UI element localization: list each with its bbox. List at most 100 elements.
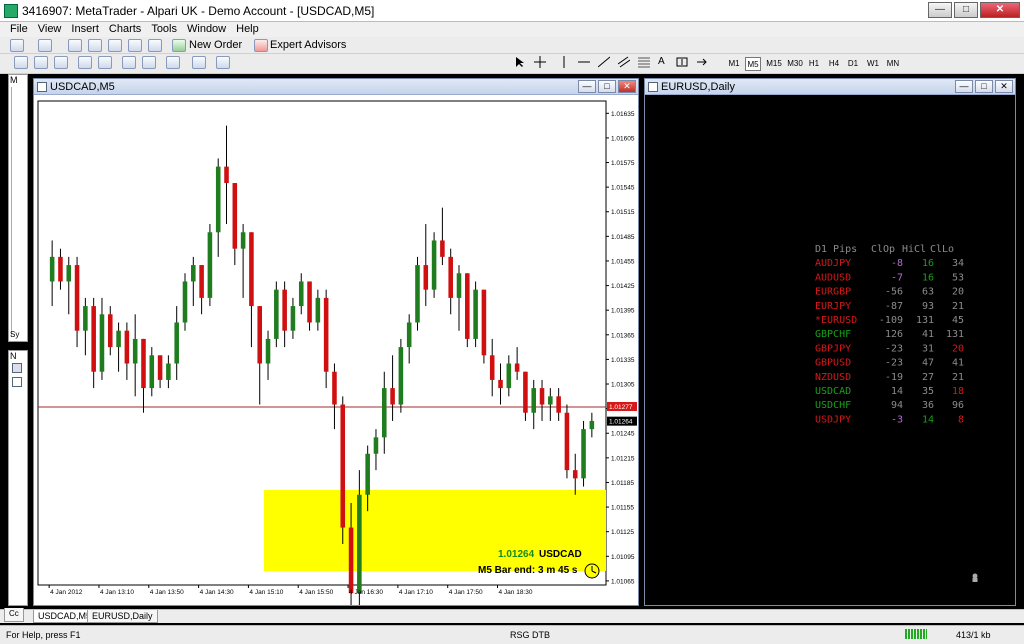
data-window-icon[interactable] xyxy=(88,39,102,52)
clop-value: 94 xyxy=(891,400,903,411)
cursor-icon[interactable] xyxy=(514,56,528,69)
minimize-button[interactable]: — xyxy=(928,2,952,18)
app-icon xyxy=(4,4,18,18)
eurusd-minimize-button[interactable]: — xyxy=(955,80,973,93)
new-order-button[interactable]: New Order xyxy=(189,39,242,51)
new-chart-icon[interactable] xyxy=(10,39,24,52)
zoom-in-icon[interactable] xyxy=(78,56,92,69)
chart-shift-icon[interactable] xyxy=(142,56,156,69)
timeframe-m15[interactable]: M15 xyxy=(764,57,784,71)
menu-charts[interactable]: Charts xyxy=(105,22,147,37)
metatrader-window: 3416907: MetaTrader - Alpari UK - Demo A… xyxy=(0,0,1024,644)
indicators-icon[interactable] xyxy=(166,56,180,69)
candle-body xyxy=(365,453,370,495)
strategy-tester-icon[interactable] xyxy=(148,39,162,52)
market-watch-list[interactable] xyxy=(11,87,25,337)
bottom-panel-tab[interactable]: Cc xyxy=(4,608,24,622)
menu-view[interactable]: View xyxy=(34,22,68,37)
expert-advisors-icon[interactable] xyxy=(254,39,268,52)
y-tick-label: 1.01305 xyxy=(611,382,635,389)
usdcad-chart-canvas[interactable]: USDCAD,M5 1.01260 1.01277 1.01260 1.0126… xyxy=(34,95,638,605)
clop-value: -23 xyxy=(885,343,903,354)
candle-body xyxy=(99,314,105,372)
eurusd-chart-titlebar[interactable]: EURUSD,Daily — □ ✕ xyxy=(645,79,1015,95)
text-label-icon[interactable] xyxy=(676,56,690,69)
folder-icon[interactable] xyxy=(12,377,22,387)
bar-chart-icon[interactable] xyxy=(14,56,28,69)
eurusd-restore-button[interactable]: □ xyxy=(975,80,993,93)
x-tick-label: 4 Jan 18:30 xyxy=(499,589,533,596)
clop-value: -87 xyxy=(885,301,903,312)
timeframe-m30[interactable]: M30 xyxy=(786,57,804,71)
menu-help[interactable]: Help xyxy=(232,22,265,37)
timeframe-h1[interactable]: H1 xyxy=(806,57,822,71)
market-watch-icon[interactable] xyxy=(68,39,82,52)
candle-body xyxy=(149,355,155,389)
candle-body xyxy=(581,429,586,479)
zoom-out-icon[interactable] xyxy=(98,56,112,69)
timeframe-w1[interactable]: W1 xyxy=(865,57,881,71)
timeframe-m1[interactable]: M1 xyxy=(726,57,742,71)
pair-name: EURJPY xyxy=(815,301,851,312)
usdcad-restore-button[interactable]: □ xyxy=(598,80,616,93)
periods-icon[interactable] xyxy=(192,56,206,69)
fibonacci-icon[interactable] xyxy=(638,56,652,69)
candle-body xyxy=(564,412,570,471)
y-tick-label: 1.01365 xyxy=(611,332,635,339)
clop-value: -19 xyxy=(885,372,903,383)
window-title: 3416907: MetaTrader - Alpari UK - Demo A… xyxy=(22,4,375,18)
vertical-line-icon[interactable] xyxy=(558,56,572,69)
text-tool-icon[interactable]: A xyxy=(658,56,672,69)
line-chart-icon[interactable] xyxy=(54,56,68,69)
auto-scroll-icon[interactable] xyxy=(122,56,136,69)
candle-body xyxy=(572,470,578,479)
timeframe-h4[interactable]: H4 xyxy=(826,57,842,71)
x-tick-label: 4 Jan 15:50 xyxy=(299,589,333,596)
menu-insert[interactable]: Insert xyxy=(67,22,105,37)
close-button[interactable]: ✕ xyxy=(980,2,1020,18)
hicl-value: 27 xyxy=(922,372,934,383)
tab-eurusd-daily[interactable]: EURUSD,Daily xyxy=(87,610,158,623)
maximize-button[interactable]: □ xyxy=(954,2,978,18)
expert-smiley-icon xyxy=(972,573,978,582)
usdcad-close-button[interactable]: ✕ xyxy=(618,80,636,93)
trendline-icon[interactable] xyxy=(597,56,612,69)
clop-value: -23 xyxy=(885,358,903,369)
menu-bar: File View Insert Charts Tools Window Help xyxy=(0,22,1024,37)
timeframe-m5[interactable]: M5 xyxy=(745,57,761,71)
pair-name: USDJPY xyxy=(815,414,851,425)
navigator-icon[interactable] xyxy=(108,39,122,52)
table-header: ClOp xyxy=(871,244,895,255)
menu-tools[interactable]: Tools xyxy=(147,22,183,37)
accounts-icon[interactable] xyxy=(12,363,22,373)
menu-window[interactable]: Window xyxy=(183,22,232,37)
timeframe-d1[interactable]: D1 xyxy=(845,57,861,71)
candle-body xyxy=(381,388,387,438)
templates-icon[interactable] xyxy=(216,56,230,69)
arrows-icon[interactable] xyxy=(696,56,710,69)
crosshair-icon[interactable] xyxy=(534,56,548,69)
clop-value: -8 xyxy=(891,258,903,269)
clop-value: -109 xyxy=(879,315,903,326)
equidistant-channel-icon[interactable] xyxy=(617,56,632,69)
menu-file[interactable]: File xyxy=(6,22,34,37)
candle-body xyxy=(315,297,321,323)
eurusd-close-button[interactable]: ✕ xyxy=(995,80,1013,93)
eurusd-chart-window: EURUSD,Daily — □ ✕ D1 Pips ClOp HiCl ClLo AU… xyxy=(644,78,1016,606)
candle-body xyxy=(390,388,395,405)
clop-value: -7 xyxy=(891,272,903,283)
usdcad-minimize-button[interactable]: — xyxy=(578,80,596,93)
y-tick-label: 1.01335 xyxy=(611,357,635,364)
new-order-icon[interactable] xyxy=(172,39,186,52)
candlestick-icon[interactable] xyxy=(34,56,48,69)
horizontal-line-icon[interactable] xyxy=(578,56,592,69)
profiles-icon[interactable] xyxy=(38,39,52,52)
clop-value: 14 xyxy=(891,386,903,397)
expert-advisors-button[interactable]: Expert Advisors xyxy=(270,39,346,51)
terminal-icon[interactable] xyxy=(128,39,142,52)
usdcad-chart-titlebar[interactable]: USDCAD,M5 — □ ✕ xyxy=(34,79,638,95)
symbols-tab[interactable]: Sy xyxy=(10,330,19,339)
eurusd-chart-canvas[interactable]: D1 Pips ClOp HiCl ClLo AUDJPY -8 16 34 AUDUSD -7 1… xyxy=(649,97,1015,603)
hicl-value: 93 xyxy=(922,301,934,312)
timeframe-mn[interactable]: MN xyxy=(885,57,901,71)
